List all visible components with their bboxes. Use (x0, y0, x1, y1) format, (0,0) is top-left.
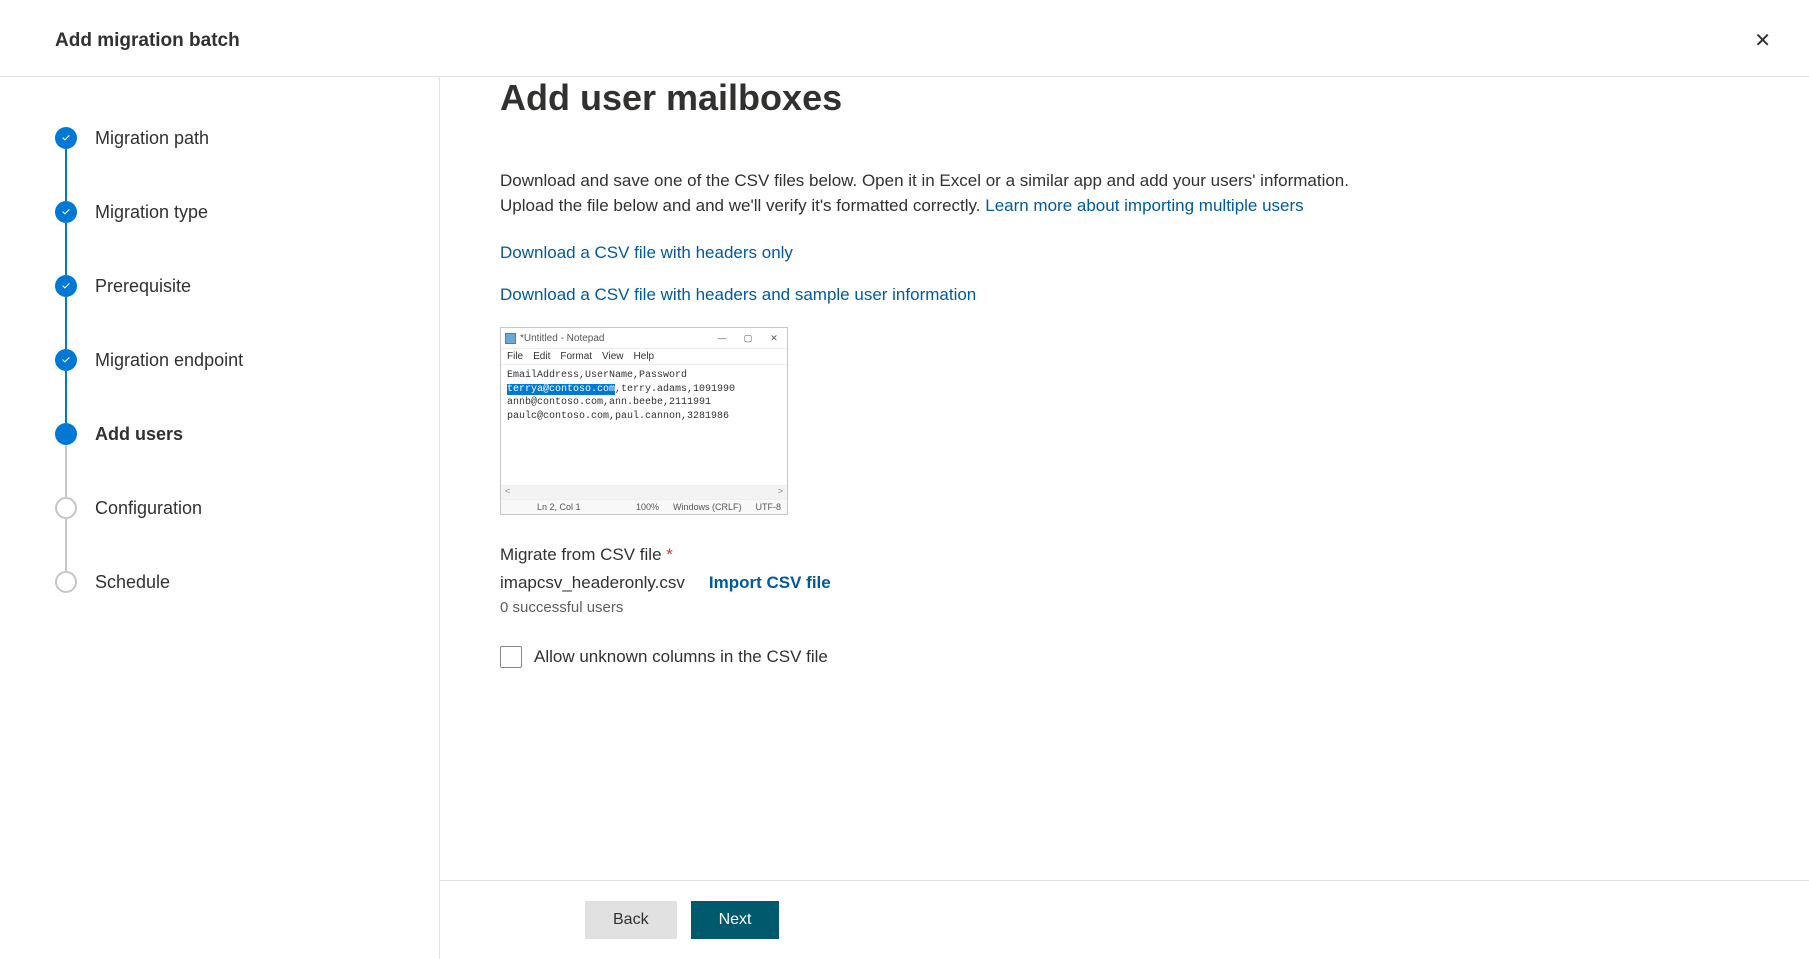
wizard-step-migration-endpoint[interactable]: Migration endpoint (55, 349, 409, 423)
wizard-steps-sidebar: Migration path Migration type Prerequisite… (0, 77, 440, 959)
checkmark-icon (55, 201, 77, 223)
notepad-titlebar: *Untitled - Notepad — ▢ ✕ (501, 328, 787, 349)
notepad-menu-help: Help (634, 351, 655, 362)
dialog-title: Add migration batch (55, 30, 240, 52)
wizard-step-migration-type[interactable]: Migration type (55, 201, 409, 275)
allow-unknown-columns-checkbox[interactable] (500, 646, 522, 668)
notepad-menu-format: Format (560, 351, 592, 362)
status-pos: Ln 2, Col 1 (537, 502, 581, 512)
notepad-menu-file: File (507, 351, 523, 362)
close-button[interactable]: ✕ (1746, 20, 1779, 61)
notepad-menu-edit: Edit (533, 351, 550, 362)
main-content: Add user mailboxes Download and save one… (440, 77, 1809, 880)
required-indicator: * (666, 545, 673, 564)
import-csv-button[interactable]: Import CSV file (709, 573, 831, 593)
download-headers-only-link[interactable]: Download a CSV file with headers only (500, 243, 793, 263)
csv-line: terrya@contoso.com,terry.adams,1091990 (507, 383, 781, 397)
dialog-header: Add migration batch ✕ (0, 0, 1809, 77)
wizard-step-configuration[interactable]: Configuration (55, 497, 409, 571)
notepad-statusbar: Ln 2, Col 1 100% Windows (CRLF) UTF-8 (501, 499, 787, 514)
back-button[interactable]: Back (585, 901, 677, 939)
close-window-icon: ✕ (761, 330, 787, 346)
wizard-step-add-users[interactable]: Add users (55, 423, 409, 497)
current-step-icon (55, 423, 77, 445)
status-zoom: 100% (636, 502, 659, 512)
csv-highlighted: terrya@contoso.com (507, 384, 615, 395)
checkmark-icon (55, 275, 77, 297)
notepad-menu-view: View (602, 351, 624, 362)
notepad-title-text: *Untitled - Notepad (520, 333, 605, 344)
status-eol: Windows (CRLF) (673, 502, 742, 512)
next-button[interactable]: Next (691, 901, 780, 939)
pending-step-icon (55, 497, 77, 519)
download-sample-link[interactable]: Download a CSV file with headers and sam… (500, 285, 976, 305)
page-title: Add user mailboxes (500, 77, 1749, 119)
step-label: Migration path (95, 128, 209, 149)
csv-line: annb@contoso.com,ann.beebe,2111991 (507, 396, 781, 410)
wizard-footer: Back Next (440, 880, 1809, 959)
notepad-body: EmailAddress,UserName,Password terrya@co… (501, 365, 787, 485)
wizard-step-schedule[interactable]: Schedule (55, 571, 409, 593)
step-label: Schedule (95, 572, 170, 593)
status-enc: UTF-8 (756, 502, 782, 512)
pending-step-icon (55, 571, 77, 593)
migrate-field-label: Migrate from CSV file * (500, 545, 1749, 565)
notepad-app-icon (505, 333, 516, 344)
wizard-step-migration-path[interactable]: Migration path (55, 127, 409, 201)
step-label: Add users (95, 424, 183, 445)
learn-more-link[interactable]: Learn more about importing multiple user… (985, 196, 1303, 215)
checkmark-icon (55, 127, 77, 149)
close-icon: ✕ (1754, 30, 1771, 52)
csv-example-image: *Untitled - Notepad — ▢ ✕ File Edit Format… (500, 327, 788, 515)
wizard-step-prerequisite[interactable]: Prerequisite (55, 275, 409, 349)
notepad-scrollbar (501, 485, 787, 499)
minimize-icon: — (709, 330, 735, 346)
notepad-menubar: File Edit Format View Help (501, 349, 787, 365)
step-label: Migration type (95, 202, 208, 223)
description-text: Download and save one of the CSV files b… (500, 169, 1400, 218)
step-label: Migration endpoint (95, 350, 243, 371)
selected-file-name: imapcsv_headeronly.csv (500, 573, 685, 593)
step-label: Prerequisite (95, 276, 191, 297)
allow-unknown-columns-label: Allow unknown columns in the CSV file (534, 647, 828, 667)
maximize-icon: ▢ (735, 330, 761, 346)
checkmark-icon (55, 349, 77, 371)
csv-line: paulc@contoso.com,paul.cannon,3281986 (507, 410, 781, 424)
csv-line: EmailAddress,UserName,Password (507, 369, 781, 383)
step-label: Configuration (95, 498, 202, 519)
upload-status-text: 0 successful users (500, 599, 1749, 616)
